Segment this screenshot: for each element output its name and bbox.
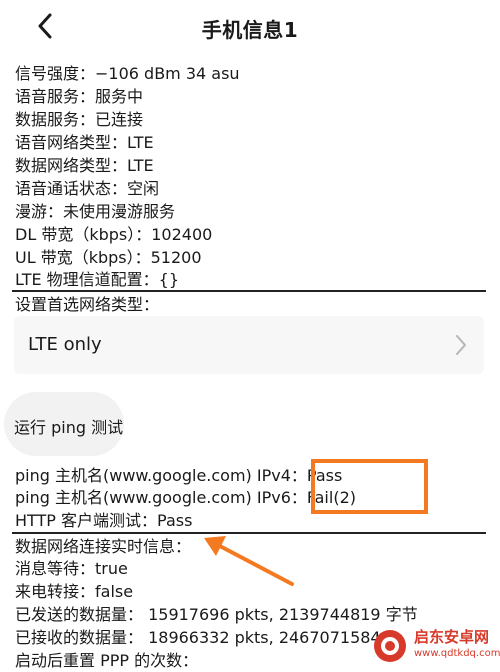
ul-bandwidth-row: UL 带宽（kbps）：51200: [15, 248, 202, 267]
data-network-type-row: 数据网络类型：LTE: [15, 156, 154, 175]
dl-bandwidth-row: DL 带宽（kbps）：102400: [15, 225, 213, 244]
lte-channel-config-row: LTE 物理信道配置：{}: [15, 270, 180, 289]
roaming-row: 漫游：未使用漫游服务: [15, 202, 176, 221]
watermark-name: 启东安卓网: [414, 628, 490, 646]
http-client-test-value: Pass: [157, 511, 193, 530]
call-forwarding-row: 来电转接：false: [15, 582, 134, 601]
arrow-annotation-icon: [204, 536, 294, 586]
highlight-box: [311, 459, 428, 514]
watermark: 启东安卓网 www.qdtkdq.com: [370, 626, 500, 666]
voice-service-row: 语音服务：服务中: [15, 87, 144, 106]
preferred-network-select[interactable]: LTE only: [14, 316, 484, 374]
voice-network-type-row: 语音网络类型：LTE: [15, 133, 154, 152]
http-client-test-row: HTTP 客户端测试：Pass: [15, 510, 192, 532]
signal-strength-row: 信号强度：−106 dBm 34 asu: [15, 64, 240, 83]
data-sent-row: 已发送的数据量： 15917696 pkts, 2139744819 字节: [15, 605, 418, 624]
run-ping-test-button[interactable]: 运行 ping 测试: [4, 392, 124, 456]
preferred-network-value: LTE only: [28, 334, 102, 355]
divider: [12, 290, 486, 292]
watermark-logo-icon: [374, 630, 406, 662]
run-ping-test-label: 运行 ping 测试: [14, 418, 124, 437]
message-waiting-row: 消息等待：true: [15, 559, 128, 578]
page-title: 手机信息1: [201, 18, 299, 42]
chevron-right-icon: [456, 335, 466, 355]
ping-ipv6-label: ping 主机名(www.google.com) IPv6：: [15, 488, 307, 507]
data-received-row: 已接收的数据量： 18966332 pkts, 24670715840: [15, 628, 391, 647]
data-conn-heading: 数据网络连接实时信息：: [15, 537, 192, 556]
ppp-reset-row: 启动后重置 PPP 的次数：: [15, 651, 199, 670]
ping-ipv4-row: ping 主机名(www.google.com) IPv4：Pass: [15, 465, 342, 487]
ping-ipv4-label: ping 主机名(www.google.com) IPv4：: [15, 466, 307, 485]
preferred-network-label: 设置首选网络类型：: [15, 295, 160, 314]
ping-ipv6-row: ping 主机名(www.google.com) IPv6：Fail(2): [15, 487, 356, 509]
app-header: 手机信息1: [0, 0, 500, 52]
call-state-row: 语音通话状态：空闲: [15, 179, 160, 198]
http-client-test-label: HTTP 客户端测试：: [15, 511, 158, 530]
data-service-row: 数据服务：已连接: [15, 110, 144, 129]
watermark-url: www.qdtkdq.com: [414, 648, 500, 659]
